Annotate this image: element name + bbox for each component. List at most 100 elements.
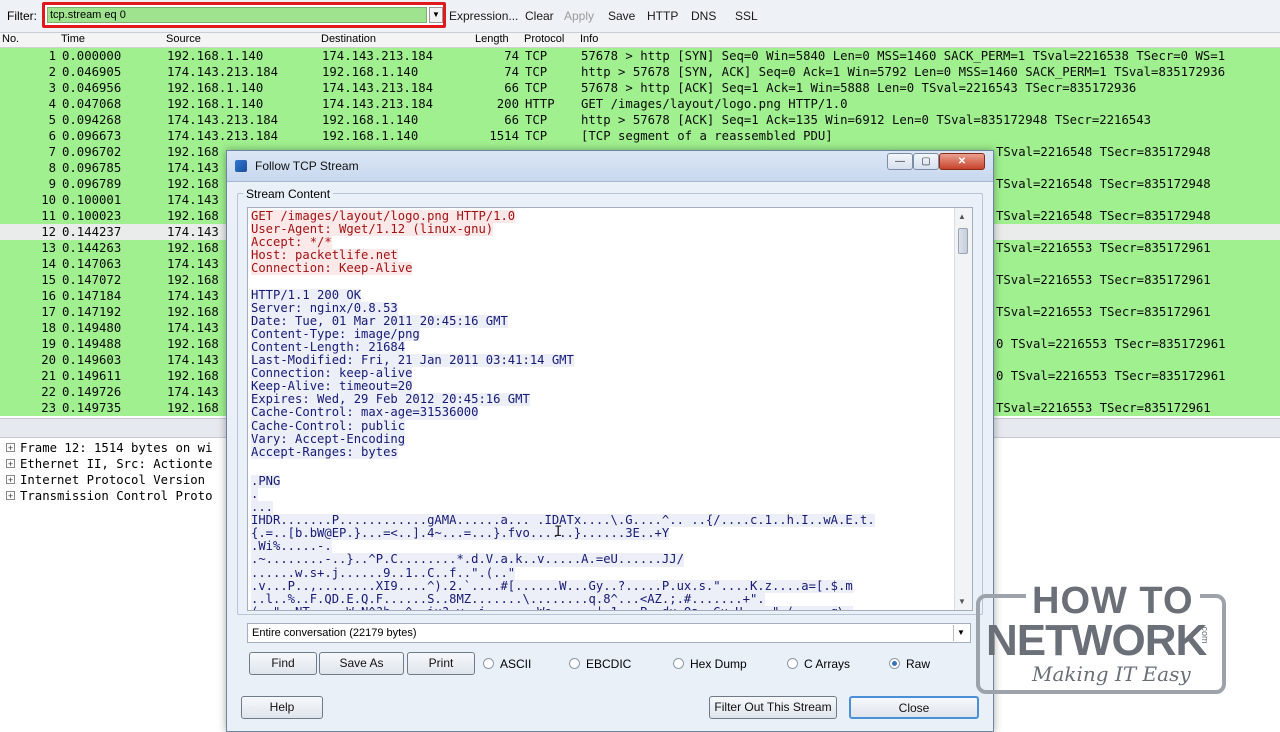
detail-row[interactable]: + Transmission Control Proto [6, 488, 213, 504]
scroll-down-icon[interactable]: ▼ [958, 597, 966, 606]
radio-icon[interactable] [569, 658, 580, 669]
packet-cell-dst: 174.143.213.184 [322, 97, 434, 111]
vertical-scrollbar[interactable]: ▲ ▼ [954, 208, 972, 610]
close-button[interactable]: Close [849, 696, 979, 719]
packet-row[interactable]: 3 0.046956 192.168.1.140 174.143.213.184 66 T… [0, 80, 1280, 96]
ssl-filter-button[interactable]: SSL [735, 9, 758, 23]
packet-cell-proto: TCP [525, 65, 548, 79]
column-header[interactable]: Destination [321, 33, 376, 45]
expand-icon[interactable]: + [6, 491, 15, 501]
column-header[interactable]: Length [475, 33, 509, 45]
packet-cell-src: 192.168 [167, 305, 219, 319]
format-radio-ebcdic[interactable]: EBCDIC [569, 657, 631, 671]
radio-label: Hex Dump [690, 657, 747, 671]
expand-icon[interactable]: + [6, 475, 15, 485]
packet-cell-no: 14 [41, 257, 56, 271]
packet-cell-info: TSval=2216553 TSecr=835172961 [996, 241, 1211, 255]
packet-cell-no: 20 [41, 353, 56, 367]
maximize-icon[interactable]: ▢ [913, 153, 939, 170]
column-header[interactable]: No. [2, 33, 19, 45]
packet-cell-dst: 192.168.1.140 [322, 65, 419, 79]
response-line: .v...P..,........XI9....^).2.`....#[....… [251, 578, 853, 593]
packet-cell-time: 0.149611 [62, 369, 122, 383]
http-filter-button[interactable]: HTTP [647, 9, 678, 23]
detail-row[interactable]: + Frame 12: 1514 bytes on wi [6, 440, 213, 456]
packet-cell-time: 0.149603 [62, 353, 122, 367]
response-line: Server: nginx/0.8.53 [251, 300, 398, 315]
packet-cell-src: 174.143 [167, 321, 219, 335]
column-header[interactable]: Info [580, 33, 598, 45]
expand-icon[interactable]: + [6, 459, 15, 469]
help-button[interactable]: Help [241, 696, 323, 719]
scroll-up-icon[interactable]: ▲ [958, 212, 966, 221]
packet-cell-no: 12 [41, 225, 56, 239]
stream-text: GET /images/layout/logo.png HTTP/1.0 User… [251, 209, 951, 610]
format-radio-ascii[interactable]: ASCII [483, 657, 531, 671]
packet-cell-time: 0.047068 [62, 97, 122, 111]
packet-cell-src: 192.168 [167, 369, 219, 383]
packet-cell-info: 57678 > http [SYN] Seq=0 Win=5840 Len=0 … [581, 49, 1226, 63]
format-radio-raw[interactable]: Raw [889, 657, 930, 671]
packet-cell-no: 15 [41, 273, 56, 287]
find-button[interactable]: Find [249, 652, 317, 675]
request-line: Connection: Keep-Alive [251, 261, 413, 276]
detail-row[interactable]: + Internet Protocol Version [6, 472, 205, 488]
column-header[interactable]: Protocol [524, 33, 564, 45]
save-as-button[interactable]: Save As [319, 652, 404, 675]
packet-cell-info: TSval=2216548 TSecr=835172948 [996, 145, 1211, 159]
packet-cell-proto: HTTP [525, 97, 555, 111]
packet-cell-info: 0 TSval=2216553 TSecr=835172961 [996, 369, 1226, 383]
packet-cell-time: 0.096785 [62, 161, 122, 175]
close-icon[interactable]: ✕ [939, 153, 985, 170]
radio-icon[interactable] [787, 658, 798, 669]
packet-cell-time: 0.000000 [62, 49, 122, 63]
packet-cell-dst: 192.168.1.140 [322, 129, 419, 143]
packet-cell-info: TSval=2216553 TSecr=835172961 [996, 401, 1211, 415]
apply-button[interactable]: Apply [564, 9, 594, 23]
packet-cell-no: 7 [48, 145, 56, 159]
detail-row[interactable]: + Ethernet II, Src: Actionte [6, 456, 213, 472]
conversation-select[interactable]: Entire conversation (22179 bytes) ▼ [247, 623, 971, 643]
packet-row[interactable]: 1 0.000000 192.168.1.140 174.143.213.184 74 T… [0, 48, 1280, 64]
expression-button[interactable]: Expression... [449, 9, 518, 23]
save-filter-button[interactable]: Save [608, 9, 635, 23]
packet-cell-no: 13 [41, 241, 56, 255]
packet-cell-info: TSval=2216548 TSecr=835172948 [996, 209, 1211, 223]
column-header[interactable]: Source [166, 33, 201, 45]
packet-row[interactable]: 6 0.096673 174.143.213.184 192.168.1.140 151… [0, 128, 1280, 144]
clear-button[interactable]: Clear [525, 9, 554, 23]
radio-icon[interactable] [673, 658, 684, 669]
packet-cell-no: 21 [41, 369, 56, 383]
column-header[interactable]: Time [61, 33, 85, 45]
radio-icon[interactable] [889, 658, 900, 669]
response-line: Cache-Control: max-age=31536000 [251, 405, 479, 420]
stream-content-text[interactable]: GET /images/layout/logo.png HTTP/1.0 User… [247, 207, 973, 611]
packet-cell-no: 2 [48, 65, 56, 79]
packet-list-header: No. Time Source Destination Length Proto… [0, 33, 1280, 48]
format-radio-c-arrays[interactable]: C Arrays [787, 657, 850, 671]
packet-cell-src: 192.168 [167, 177, 219, 191]
expand-icon[interactable]: + [6, 443, 15, 453]
dns-filter-button[interactable]: DNS [691, 9, 716, 23]
response-line: .PNG [251, 473, 281, 488]
scroll-thumb[interactable] [958, 228, 968, 254]
filter-out-stream-button[interactable]: Filter Out This Stream [709, 696, 837, 719]
chevron-down-icon[interactable]: ▼ [429, 7, 443, 23]
dialog-titlebar[interactable]: Follow TCP Stream — ▢ ✕ [227, 151, 993, 182]
response-line: Content-Type: image/png [251, 326, 420, 341]
minimize-icon[interactable]: — [887, 153, 913, 170]
packet-row[interactable]: 2 0.046905 174.143.213.184 192.168.1.140 74 T… [0, 64, 1280, 80]
radio-icon[interactable] [483, 658, 494, 669]
packet-cell-src: 174.143 [167, 289, 219, 303]
chevron-down-icon[interactable]: ▼ [953, 625, 968, 641]
packet-cell-src: 174.143.213.184 [167, 129, 279, 143]
filter-input[interactable]: tcp.stream eq 0 [47, 7, 427, 23]
packet-cell-no: 6 [48, 129, 56, 143]
packet-row[interactable]: 5 0.094268 174.143.213.184 192.168.1.140 66 T… [0, 112, 1280, 128]
packet-row[interactable]: 4 0.047068 192.168.1.140 174.143.213.184 200… [0, 96, 1280, 112]
packet-cell-len: 1514 [489, 129, 519, 143]
packet-cell-time: 0.144263 [62, 241, 122, 255]
format-radio-hex-dump[interactable]: Hex Dump [673, 657, 747, 671]
packet-cell-time: 0.149488 [62, 337, 122, 351]
print-button[interactable]: Print [407, 652, 475, 675]
